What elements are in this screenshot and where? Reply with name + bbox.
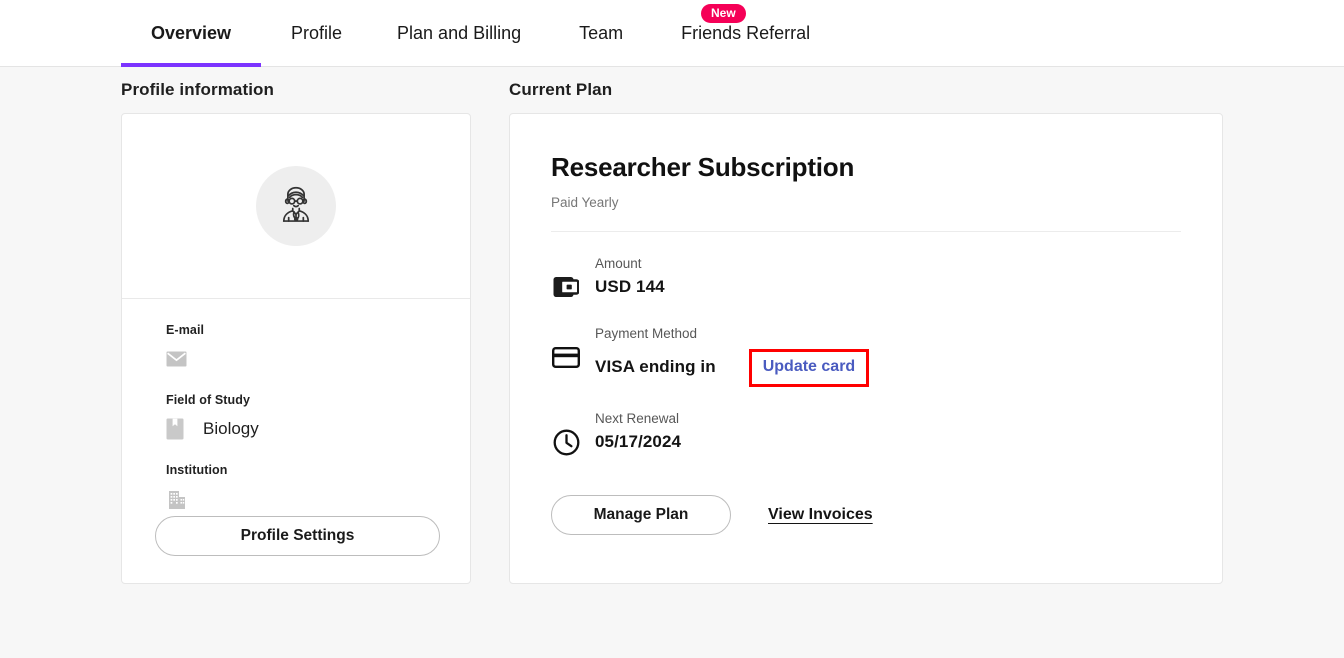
clock-icon <box>551 427 581 457</box>
tab-team-label: Team <box>579 23 624 43</box>
field-field-of-study-value: Biology <box>203 419 259 438</box>
new-badge: New <box>701 4 746 23</box>
envelope-icon <box>166 351 187 367</box>
profile-fields: E-mail Field of Study Biology Institutio… <box>122 299 470 511</box>
plan-row-next-renewal: Next Renewal 05/17/2024 <box>551 411 1181 457</box>
plan-billing-cycle: Paid Yearly <box>551 195 619 210</box>
tab-profile-label: Profile <box>291 23 343 43</box>
field-institution: Institution <box>166 463 426 511</box>
view-invoices-link[interactable]: View Invoices <box>768 506 873 524</box>
field-field-of-study: Field of Study Biology <box>166 393 426 441</box>
current-plan-section: Current Plan Researcher Subscription Pai… <box>509 80 1223 584</box>
plan-row-amount-value: USD 144 <box>595 277 665 296</box>
plan-row-payment-method: Payment Method VISA ending in Update car… <box>551 326 1181 387</box>
manage-plan-button[interactable]: Manage Plan <box>551 495 731 535</box>
building-icon <box>166 489 187 510</box>
profile-information-title: Profile information <box>121 80 275 99</box>
plan-row-payment-method-label: Payment Method <box>595 326 698 341</box>
current-plan-card: Researcher Subscription Paid Yearly Amou… <box>509 113 1223 584</box>
manage-plan-button-label: Manage Plan <box>593 506 689 523</box>
tab-friends-referral-label: Friends Referral <box>681 23 811 43</box>
update-card-link[interactable]: Update card <box>763 358 855 375</box>
tab-team[interactable]: Team <box>579 0 623 67</box>
profile-information-card: E-mail Field of Study Biology Institutio… <box>121 113 471 584</box>
plan-row-payment-method-value: VISA ending in <box>595 357 716 376</box>
field-field-of-study-label: Field of Study <box>166 393 251 407</box>
credit-card-icon <box>551 342 581 372</box>
plan-row-next-renewal-label: Next Renewal <box>595 411 680 426</box>
tab-profile[interactable]: Profile <box>291 0 342 67</box>
current-plan-title: Current Plan <box>509 80 613 99</box>
plan-name: Researcher Subscription <box>551 152 855 182</box>
bottom-sections-strip: Common tasks Helpful resources <box>0 601 1344 658</box>
plan-actions: Manage Plan View Invoices <box>551 495 1181 535</box>
avatar-zone <box>122 114 470 299</box>
tab-plan-and-billing[interactable]: Plan and Billing <box>397 0 521 67</box>
plan-row-amount-label: Amount <box>595 256 642 271</box>
profile-settings-button[interactable]: Profile Settings <box>155 516 440 556</box>
book-icon <box>166 418 184 440</box>
tab-overview-label: Overview <box>150 23 232 43</box>
tab-overview[interactable]: Overview <box>121 0 261 67</box>
top-navigation-bar: Overview Profile Plan and Billing Team F… <box>0 0 1344 67</box>
wallet-icon <box>551 272 581 302</box>
scientist-avatar-icon <box>270 178 322 235</box>
profile-information-section: Profile information E-mail Field of Stud… <box>121 80 471 584</box>
profile-settings-button-label: Profile Settings <box>240 527 355 544</box>
avatar <box>256 166 336 246</box>
field-email-label: E-mail <box>166 323 205 337</box>
plan-row-amount: Amount USD 144 <box>551 256 1181 302</box>
field-email: E-mail <box>166 323 426 371</box>
update-card-highlight: Update card <box>748 349 870 387</box>
plan-divider <box>551 231 1181 232</box>
plan-row-next-renewal-value: 05/17/2024 <box>595 432 682 451</box>
field-institution-label: Institution <box>166 463 228 477</box>
page-content: Profile information E-mail Field of Stud… <box>0 67 1344 658</box>
tab-plan-and-billing-label: Plan and Billing <box>397 23 522 43</box>
